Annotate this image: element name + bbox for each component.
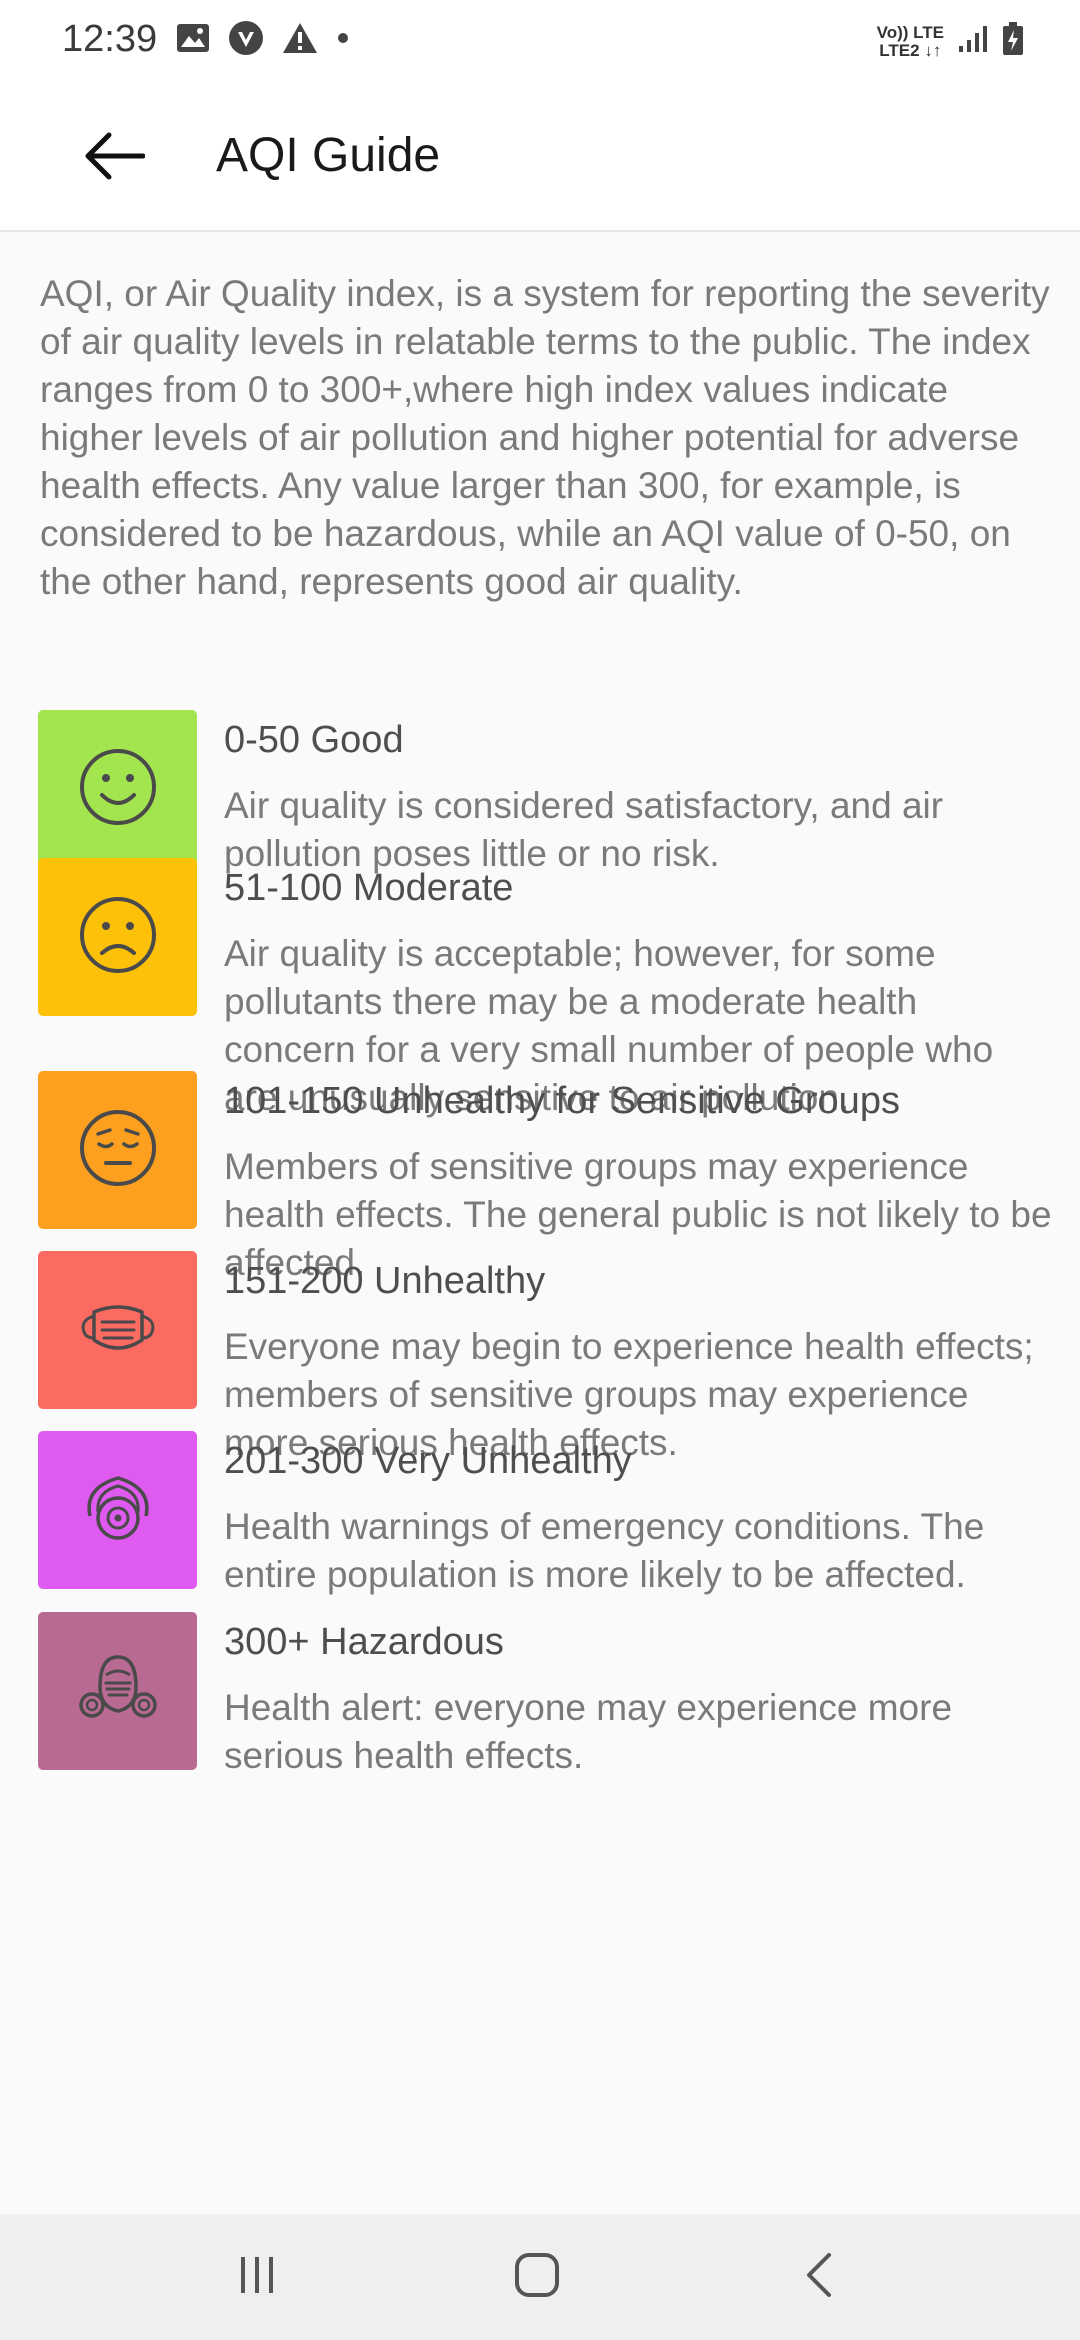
aqi-description: Health alert: everyone may experience mo… xyxy=(224,1687,953,1776)
gas-mask-icon xyxy=(76,1647,160,1736)
gallery-icon xyxy=(176,23,210,58)
system-back-button[interactable] xyxy=(774,2242,864,2312)
smiling-face-icon xyxy=(78,747,158,832)
frowning-face-icon xyxy=(78,895,158,980)
aqi-text-good: 0-50 Good Air quality is considered sati… xyxy=(224,710,1054,878)
aqi-tile-unhealthy xyxy=(38,1251,197,1409)
aqi-range-label: 300+ Hazardous xyxy=(224,1621,504,1663)
recent-apps-icon xyxy=(235,2253,279,2302)
intro-text: AQI, or Air Quality index, is a system f… xyxy=(40,273,1050,602)
aqi-description: Health warnings of emergency conditions.… xyxy=(224,1506,985,1595)
network-bottom-label: LTE2 ↓↑ xyxy=(879,40,942,60)
more-notifications-dot-icon xyxy=(336,31,350,50)
aqi-tile-unhealthy-sensitive xyxy=(38,1071,197,1229)
aqi-text-hazardous: 300+ Hazardous Health alert: everyone ma… xyxy=(224,1612,1054,1780)
aqi-range-label: 151-200 Unhealthy xyxy=(224,1260,546,1302)
respirator-mask-icon xyxy=(76,1468,160,1553)
network-type-label: Vo)) LTE LTE2 ↓↑ xyxy=(876,22,944,60)
guide-content[interactable]: AQI, or Air Quality index, is a system f… xyxy=(0,234,1080,2214)
back-button[interactable] xyxy=(72,116,156,200)
signal-strength-icon xyxy=(958,24,988,59)
status-system-icons: Vo)) LTE LTE2 ↓↑ xyxy=(877,22,1024,61)
page-title: AQI Guide xyxy=(216,129,441,182)
aqi-range-label: 51-100 Moderate xyxy=(224,867,514,909)
chevron-left-icon xyxy=(801,2251,837,2304)
status-notification-icons xyxy=(176,20,350,61)
network-top-label: Vo)) LTE xyxy=(876,22,944,42)
battery-charging-icon xyxy=(1002,22,1024,61)
aqi-range-label: 0-50 Good xyxy=(224,719,404,761)
aqi-tile-hazardous xyxy=(38,1612,197,1770)
aqi-tile-moderate xyxy=(38,858,197,1016)
status-bar: 12:39 Vo)) LTE LTE2 ↓↑ xyxy=(0,0,1080,84)
aqi-range-label: 201-300 Very Unhealthy xyxy=(224,1440,632,1482)
vpn-shield-icon xyxy=(228,20,264,61)
warning-icon xyxy=(282,22,318,59)
arrow-left-icon xyxy=(83,131,146,186)
aqi-tile-good xyxy=(38,710,197,868)
unwell-face-icon xyxy=(78,1108,158,1193)
home-icon xyxy=(513,2251,561,2304)
aqi-range-label: 101-150 Unhealthy for Sensitive Groups xyxy=(224,1080,900,1122)
aqi-tile-very-unhealthy xyxy=(38,1431,197,1589)
recent-apps-button[interactable] xyxy=(212,2242,302,2312)
app-bar: AQI Guide xyxy=(0,84,1080,232)
system-nav-bar xyxy=(0,2214,1080,2340)
status-time: 12:39 xyxy=(62,18,158,60)
home-button[interactable] xyxy=(492,2242,582,2312)
aqi-text-very-unhealthy: 201-300 Very Unhealthy Health warnings o… xyxy=(224,1431,1054,1599)
face-mask-icon xyxy=(76,1298,160,1363)
